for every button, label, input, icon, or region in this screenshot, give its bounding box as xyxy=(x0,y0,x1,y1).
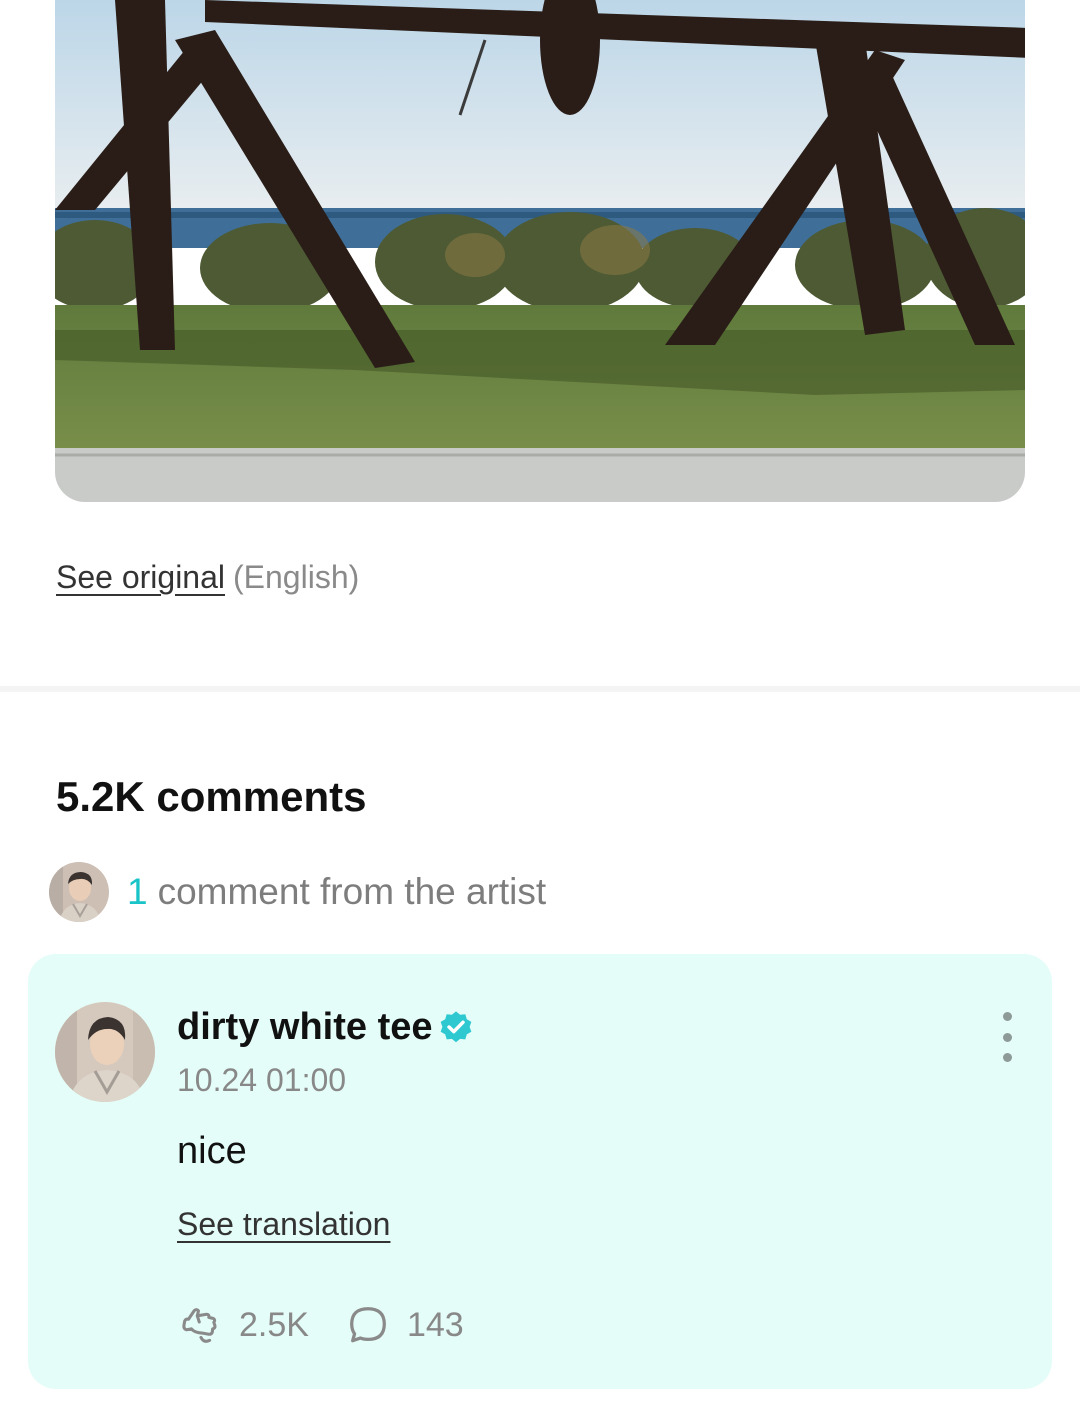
post-photo[interactable] xyxy=(55,0,1025,502)
comment-text: nice xyxy=(177,1130,247,1172)
verified-badge-icon xyxy=(437,1009,475,1047)
comment-actions: 2.5K 143 xyxy=(177,1302,464,1348)
reply-count: 143 xyxy=(406,1305,464,1344)
artist-comment-text: comment from the artist xyxy=(157,871,547,912)
section-divider xyxy=(0,686,1080,692)
author-line: dirty white tee xyxy=(177,1006,475,1049)
see-original-row: See original (English) xyxy=(56,556,359,598)
artist-comment-card: dirty white tee 10.24 01:00 nice See tra… xyxy=(28,954,1052,1389)
comments-count-title: 5.2K comments xyxy=(56,773,367,820)
see-translation-link[interactable]: See translation xyxy=(177,1206,390,1243)
speech-bubble-icon xyxy=(345,1302,391,1348)
author-avatar[interactable] xyxy=(55,1002,155,1102)
artist-avatar-small xyxy=(49,862,109,922)
sculpture-photo-image xyxy=(55,0,1025,502)
see-original-link[interactable]: See original xyxy=(56,559,225,595)
cheer-hand-icon xyxy=(177,1302,223,1348)
artist-comments-summary[interactable]: 1 comment from the artist xyxy=(49,862,546,922)
more-options-button[interactable] xyxy=(992,1012,1022,1062)
like-count: 2.5K xyxy=(239,1305,309,1344)
like-button[interactable]: 2.5K xyxy=(177,1302,309,1348)
more-vertical-icon-dot xyxy=(1002,1053,1012,1062)
artist-comments-label: 1 comment from the artist xyxy=(127,871,546,913)
author-name[interactable]: dirty white tee xyxy=(177,1006,433,1049)
original-language-note: (English) xyxy=(233,559,360,595)
reply-button[interactable]: 143 xyxy=(345,1302,464,1348)
more-vertical-icon-dot xyxy=(1002,1032,1012,1042)
artist-comment-count: 1 xyxy=(127,871,148,912)
more-vertical-icon xyxy=(1002,1012,1012,1021)
comment-timestamp: 10.24 01:00 xyxy=(177,1062,347,1098)
